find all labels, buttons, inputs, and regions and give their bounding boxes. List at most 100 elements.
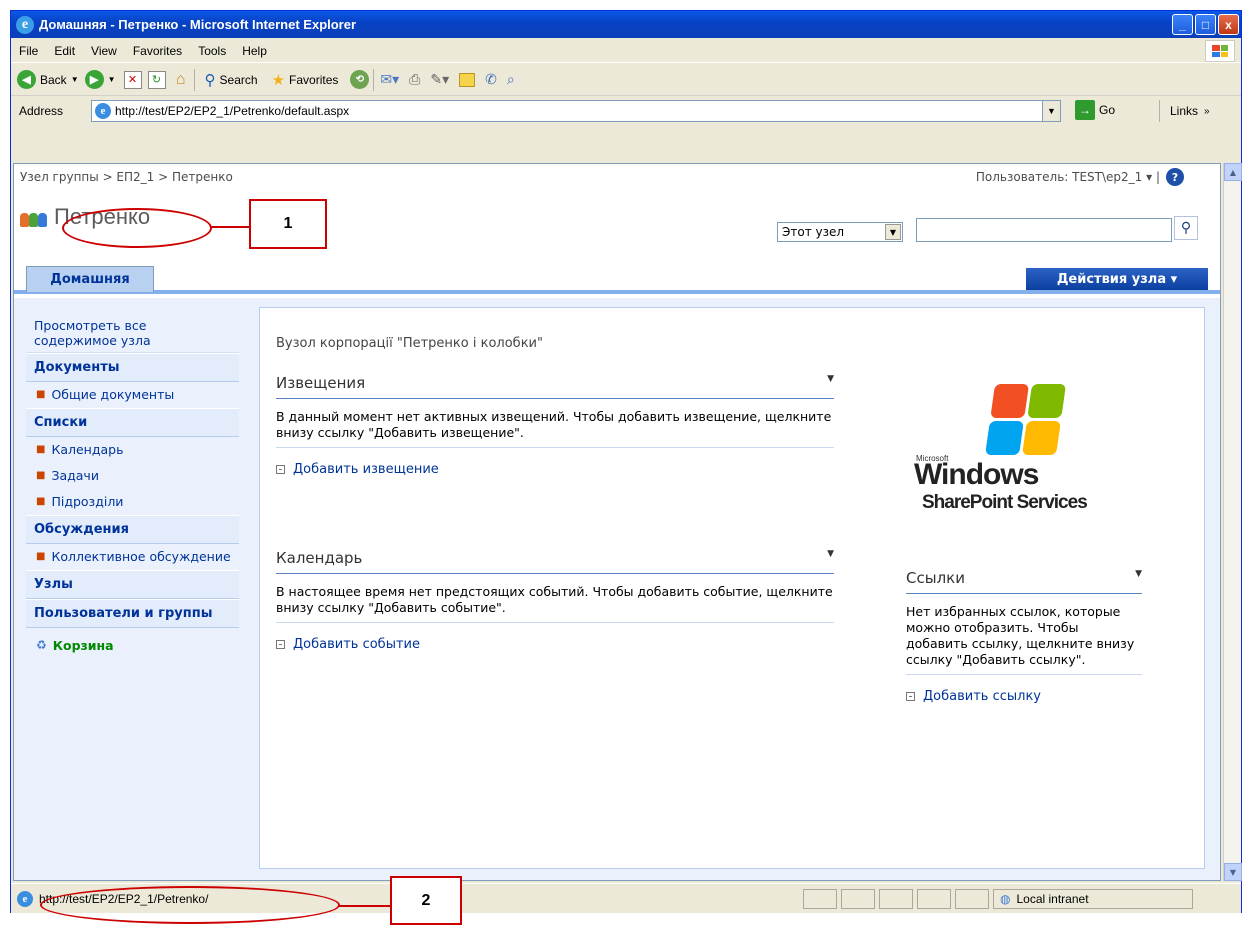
search-scope-value: Этот узел [782,225,845,239]
annotation-ellipse-2 [40,886,340,924]
refresh-icon[interactable]: ↻ [147,70,166,89]
print-icon[interactable]: ⎙ [409,71,420,88]
page-icon: e [95,103,111,119]
quicklaunch-lists[interactable]: Списки [26,408,239,437]
webpart-header: Извещения ▼ [276,374,834,399]
add-icon [276,465,285,474]
menu-help[interactable]: Help [234,44,275,58]
ie-logo-icon: e [16,15,34,34]
site-actions-button[interactable]: Действия узла ▾ [1026,268,1208,290]
stop-icon[interactable]: ✕ [123,70,142,89]
magnifier-icon: ⚲ [1180,220,1192,236]
status-segment [917,888,951,909]
address-input[interactable]: e http://test/EP2/EP2_1/Petrenko/default… [91,100,1061,122]
webpart-menu-icon[interactable]: ▼ [1135,569,1142,587]
forward-arrow-icon: ▶ [84,70,104,89]
webpart-menu-icon[interactable]: ▼ [827,549,834,567]
add-event-link[interactable]: Добавить событие [276,637,834,652]
add-icon [906,692,915,701]
quicklaunch-item[interactable]: ■ Коллективное обсуждение [26,544,239,570]
chevron-down-icon: ▼ [885,224,901,240]
menu-tools[interactable]: Tools [190,44,234,58]
scroll-up-icon[interactable]: ▲ [1224,163,1242,181]
close-button[interactable]: x [1218,14,1239,35]
calendar-link: Календарь [51,442,124,457]
recycle-bin-link[interactable]: ♻ Корзина [26,628,239,658]
search-button[interactable]: ⚲ Search [205,71,258,89]
webpart-header: Календарь ▼ [276,549,834,574]
add-link-link[interactable]: Добавить ссылку [906,689,1142,704]
favorites-label: Favorites [289,72,339,87]
forward-button[interactable]: ▶ ▼ [84,70,116,89]
chevron-right-icon: » [1204,105,1210,117]
scroll-down-icon[interactable]: ▼ [1224,863,1242,881]
user-menu[interactable]: Пользователь: TEST\ep2_1 ▾ | [976,170,1160,184]
annotation-label-2: 2 [390,876,462,925]
go-arrow-icon: → [1075,100,1095,120]
quicklaunch-sites[interactable]: Узлы [26,570,239,599]
menu-edit[interactable]: Edit [46,44,83,58]
minimize-button[interactable]: _ [1172,14,1193,35]
tab-home[interactable]: Домашняя [26,266,154,292]
quicklaunch-documents[interactable]: Документы [26,353,239,382]
announcements-title[interactable]: Извещения [276,374,365,392]
back-label: Back [40,72,67,87]
menu-file[interactable]: File [11,44,46,58]
announcements-empty: В данный момент нет активных извещений. … [276,399,834,448]
webpart-menu-icon[interactable]: ▼ [827,374,834,392]
recycle-bin-label: Корзина [52,638,114,653]
maximize-button[interactable]: □ [1195,14,1216,35]
edit-icon[interactable]: ✎▾ [430,71,449,88]
sharepoint-page: Узел группы > ЕП2_1 > Петренко Пользоват… [14,164,1220,880]
annotation-label-1: 1 [249,199,327,249]
quicklaunch-item[interactable]: ■ Календарь [26,437,239,463]
calendar-webpart: Календарь ▼ В настоящее время нет предст… [276,549,834,652]
search-input[interactable] [916,218,1172,242]
search-scope-select[interactable]: Этот узел ▼ [777,222,903,242]
quicklaunch-people[interactable]: Пользователи и группы [26,599,239,628]
favorites-button[interactable]: ★ Favorites [272,71,339,89]
logo-windows: Windows [914,458,1039,491]
links-button[interactable]: Links » [1159,100,1210,122]
calendar-title[interactable]: Календарь [276,549,362,567]
menu-view[interactable]: View [83,44,125,58]
annotation-line-2 [339,905,391,907]
menu-favorites[interactable]: Favorites [125,44,190,58]
links-title[interactable]: Ссылки [906,569,965,587]
status-segment [841,888,875,909]
address-dropdown-icon[interactable]: ▼ [1042,101,1060,121]
announcements-webpart: Извещения ▼ В данный момент нет активных… [276,374,834,477]
status-segment [955,888,989,909]
add-announcement-link[interactable]: Добавить извещение [276,462,834,477]
breadcrumb[interactable]: Узел группы > ЕП2_1 > Петренко [20,170,233,184]
back-button[interactable]: ◀ Back ▼ [17,70,79,89]
add-link-label: Добавить ссылку [923,689,1041,704]
logo-sps: SharePoint Services [922,492,1088,513]
home-icon[interactable]: ⌂ [172,71,190,89]
quicklaunch-item[interactable]: ■ Задачи [26,463,239,489]
history-icon[interactable]: ⟲ [350,70,370,89]
mail-icon[interactable]: ✉▾ [380,71,399,88]
search-label: Search [219,72,258,87]
windows-flag-icon [1205,40,1235,62]
vertical-scrollbar[interactable]: ▲ ▼ [1223,163,1242,881]
quick-launch: Просмотреть все содержимое узла Документ… [26,314,239,658]
research-icon[interactable]: ⌕ [507,71,515,88]
address-url: http://test/EP2/EP2_1/Petrenko/default.a… [115,104,350,118]
messenger-icon[interactable]: ✆ [485,71,497,88]
help-icon[interactable]: ? [1166,168,1184,186]
quicklaunch-item[interactable]: ■ Общие документы [26,382,239,408]
add-icon [276,640,285,649]
zone-label: Local intranet [1016,891,1089,906]
folder-icon[interactable] [459,72,476,87]
quicklaunch-discussions[interactable]: Обсуждения [26,515,239,544]
address-bar: Address e http://test/EP2/EP2_1/Petrenko… [11,97,1241,125]
windows-logo-icon [985,384,1067,456]
go-button[interactable]: → Go [1075,100,1115,120]
page-icon: e [17,890,33,907]
intranet-icon: ◍ [1000,891,1011,906]
bullet-icon: ■ [36,389,46,400]
search-go-button[interactable]: ⚲ [1174,216,1198,240]
view-all-content-link[interactable]: Просмотреть все содержимое узла [26,314,239,353]
quicklaunch-item[interactable]: ■ Підрозділи [26,489,239,515]
